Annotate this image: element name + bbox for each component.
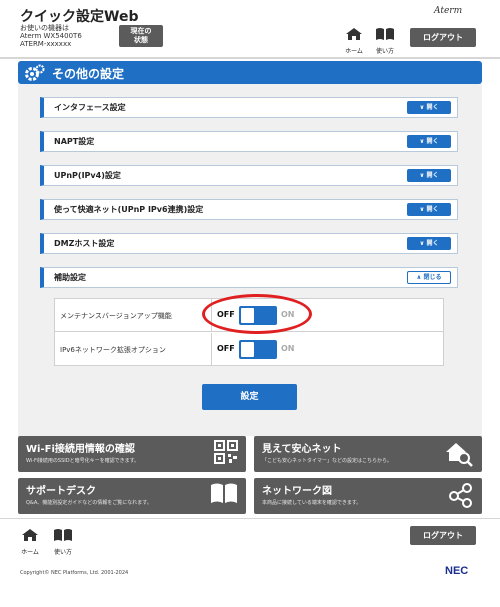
accordion-auxiliary[interactable]: 補助設定 ∧ 閉じる — [40, 267, 458, 288]
accordion-napt[interactable]: NAPT設定 ∨ 開く — [40, 131, 458, 152]
network-nodes-icon — [449, 483, 472, 508]
device-ssid: ATERM-xxxxxx — [20, 40, 72, 48]
tile-support-desk[interactable]: サポートデスク Q&A、機能別設定ガイドなどの情報をご覧になれます。 — [18, 478, 246, 514]
accordion-title: DMZホスト設定 — [54, 239, 115, 248]
device-info: お使いの機器は Aterm WX5400T6 ATERM-xxxxxx — [20, 24, 82, 48]
header: クイック設定Web お使いの機器は Aterm WX5400T6 ATERM-x… — [0, 0, 500, 60]
tile-title: Wi-Fi接続用情報の確認 — [26, 444, 135, 455]
footer-manual-button[interactable]: 使い方 — [53, 527, 73, 556]
off-label: OFF — [217, 344, 235, 353]
device-model: Aterm WX5400T6 — [20, 32, 82, 40]
tile-network-map[interactable]: ネットワーク図 本商品に接続している端末を確認できます。 — [254, 478, 482, 514]
section-header: その他の設定 — [18, 61, 482, 84]
copyright: Copyright© NEC Platforms, Ltd. 2001-2024 — [20, 570, 129, 576]
accordion-upnp-ipv6[interactable]: 使って快適ネット(UPnP IPv6連携)設定 ∨ 開く — [40, 199, 458, 220]
brand-logo: Aterm — [434, 6, 463, 16]
ipv6-extension-toggle[interactable] — [239, 340, 277, 359]
collapse-button[interactable]: ∧ 閉じる — [407, 271, 451, 284]
accordion-title: インタフェース設定 — [54, 103, 126, 112]
tile-wifi-info[interactable]: Wi-Fi接続用情報の確認 Wi-Fi接続用のSSIDと暗号化キーを確認できます… — [18, 436, 246, 472]
tile-title: ネットワーク図 — [262, 486, 332, 497]
app-title: クイック設定Web — [20, 9, 139, 25]
current-status-button[interactable]: 現在の 状態 — [119, 25, 163, 47]
home-label: ホーム — [345, 48, 363, 55]
manual-label: 使い方 — [375, 48, 394, 55]
tile-subtitle: Q&A、機能別設定ガイドなどの情報をご覧になれます。 — [26, 500, 152, 506]
logout-button[interactable]: ログアウト — [410, 28, 476, 47]
device-caption: お使いの機器は — [20, 24, 69, 32]
toggle-knob — [241, 342, 254, 357]
tile-title: 見えて安心ネット — [262, 444, 342, 455]
accordion-upnp[interactable]: UPnP(IPv4)設定 ∨ 開く — [40, 165, 458, 186]
footer-home-button[interactable]: ホーム — [20, 527, 40, 556]
gear-icon — [25, 64, 45, 81]
expand-button[interactable]: ∨ 開く — [407, 135, 451, 148]
accordion-title: NAPT設定 — [54, 137, 95, 146]
book-icon — [376, 28, 394, 40]
accordion-interface[interactable]: インタフェース設定 ∨ 開く — [40, 97, 458, 118]
column-divider — [211, 333, 212, 366]
accordion-dmz[interactable]: DMZホスト設定 ∨ 開く — [40, 233, 458, 254]
highlight-ellipse — [202, 294, 312, 334]
expand-button[interactable]: ∨ 開く — [407, 169, 451, 182]
manual-button[interactable]: 使い方 — [375, 26, 395, 55]
tile-subtitle: 本商品に接続している端末を確認できます。 — [262, 500, 362, 506]
accordion-title: 使って快適ネット(UPnP IPv6連携)設定 — [54, 205, 204, 214]
book-icon — [211, 483, 237, 503]
tile-subtitle: 「こども安心ネットタイマー」などの設定はこちらから。 — [262, 458, 393, 464]
accordion-title: UPnP(IPv4)設定 — [54, 171, 121, 180]
expand-button[interactable]: ∨ 開く — [407, 203, 451, 216]
setting-label: IPv6ネットワーク拡張オプション — [60, 346, 166, 354]
house-magnifier-icon — [446, 443, 473, 467]
accordion-title: 補助設定 — [54, 273, 86, 282]
home-label: ホーム — [21, 549, 39, 556]
qr-code-icon — [214, 440, 238, 464]
footer-divider — [0, 518, 500, 519]
tile-subtitle: Wi-Fi接続用のSSIDと暗号化キーを確認できます。 — [26, 458, 140, 464]
home-button[interactable]: ホーム — [344, 26, 364, 55]
apply-button[interactable]: 設定 — [202, 384, 297, 410]
tile-safe-network[interactable]: 見えて安心ネット 「こども安心ネットタイマー」などの設定はこちらから。 — [254, 436, 482, 472]
tile-title: サポートデスク — [26, 486, 96, 497]
home-icon — [22, 529, 38, 541]
expand-button[interactable]: ∨ 開く — [407, 101, 451, 114]
header-divider — [0, 57, 500, 59]
manual-label: 使い方 — [53, 549, 72, 556]
setting-row: IPv6ネットワーク拡張オプション OFF ON — [55, 333, 443, 366]
expand-button[interactable]: ∨ 開く — [407, 237, 451, 250]
setting-label: メンテナンスバージョンアップ機能 — [60, 312, 172, 320]
section-title: その他の設定 — [52, 67, 125, 81]
home-icon — [346, 28, 362, 40]
book-icon — [54, 529, 72, 541]
on-label: ON — [281, 344, 295, 353]
footer-logout-button[interactable]: ログアウト — [410, 526, 476, 545]
nec-logo: NEC — [445, 565, 469, 577]
